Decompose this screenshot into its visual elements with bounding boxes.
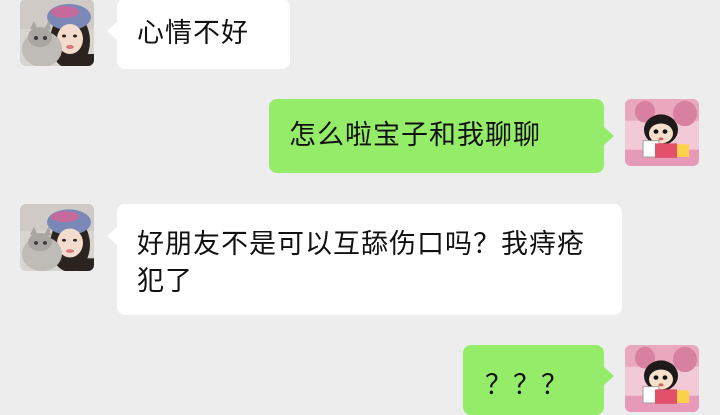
- bubble-tail: [107, 227, 117, 245]
- bubble-tail: [107, 22, 117, 40]
- bubble-tail: [604, 367, 614, 385]
- my-avatar[interactable]: [625, 345, 699, 412]
- cartoon-girl-avatar-icon: [625, 99, 699, 166]
- girl-with-cat-avatar-icon: [20, 204, 94, 271]
- message-bubble-received[interactable]: 心情不好: [107, 0, 290, 69]
- my-avatar[interactable]: [625, 99, 699, 166]
- message-text: 好朋友不是可以互舔伤口吗？我痔疮犯了: [137, 229, 585, 297]
- message-bubble-sent[interactable]: 怎么啦宝子和我聊聊: [269, 99, 614, 173]
- contact-avatar[interactable]: [20, 204, 94, 271]
- chat-window: 心情不好 怎么啦宝子和我聊聊 好朋友不是可以互舔伤口吗？我痔疮犯了 ？？？: [0, 0, 720, 415]
- message-text: ？？？: [485, 370, 569, 401]
- cartoon-girl-avatar-icon: [625, 345, 699, 412]
- girl-with-cat-avatar-icon: [20, 0, 94, 66]
- contact-avatar[interactable]: [20, 0, 94, 66]
- message-text: 心情不好: [137, 18, 249, 49]
- message-text: 怎么啦宝子和我聊聊: [289, 120, 541, 151]
- bubble-tail: [604, 127, 614, 145]
- message-bubble-received[interactable]: 好朋友不是可以互舔伤口吗？我痔疮犯了: [107, 204, 622, 315]
